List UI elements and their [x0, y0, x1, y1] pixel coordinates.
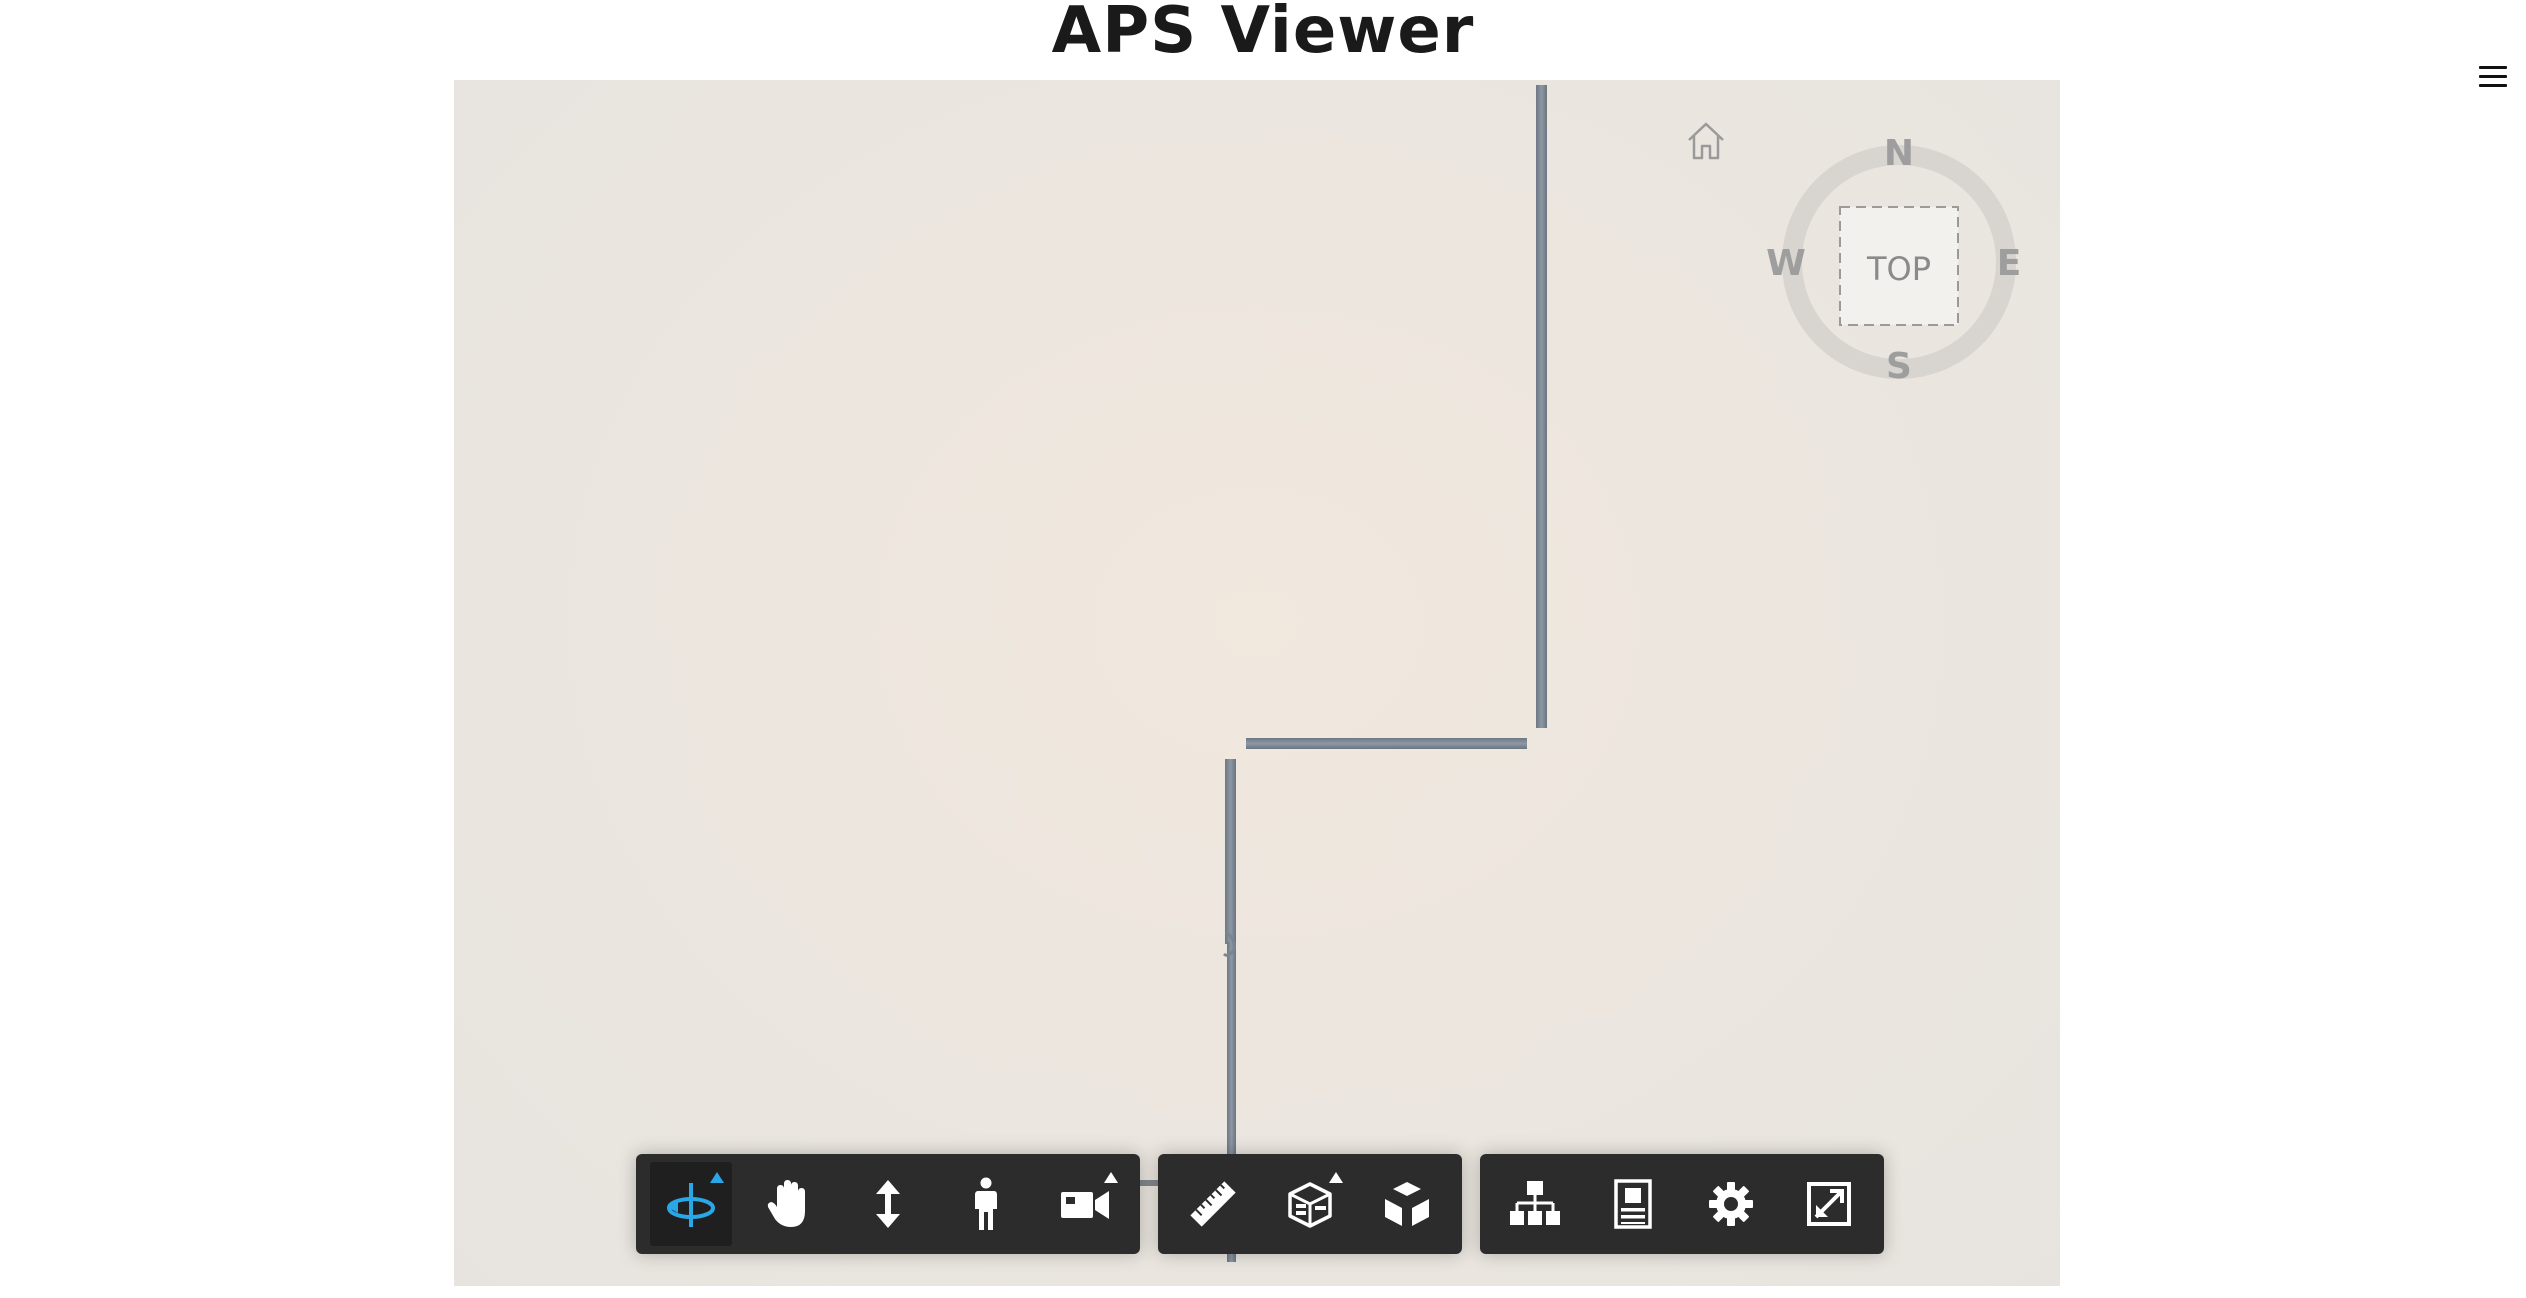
measure-button[interactable] [1164, 1154, 1261, 1254]
compass-east: E [1997, 243, 2022, 284]
camera-icon [1060, 1191, 1109, 1219]
viewcube[interactable]: TOP N S E W [1754, 110, 2044, 400]
section-button[interactable] [1261, 1154, 1358, 1254]
modeling-toolbar [1158, 1154, 1462, 1254]
first-person-button[interactable] [937, 1154, 1035, 1254]
pan-button[interactable] [740, 1154, 838, 1254]
orbit-icon [667, 1183, 716, 1227]
viewer-canvas[interactable]: TOP N S E W [454, 80, 2060, 1286]
settings-button[interactable] [1682, 1154, 1780, 1254]
ruler-icon [1190, 1181, 1236, 1227]
camera-button[interactable] [1036, 1154, 1134, 1254]
gear-icon [1709, 1182, 1753, 1226]
settings-toolbar [1480, 1154, 1884, 1254]
person-icon [975, 1177, 998, 1230]
menu-icon[interactable] [2479, 66, 2507, 90]
wall-south-upper [1225, 759, 1236, 944]
page-title: APS Viewer [1051, 0, 1475, 68]
wall-middle [1246, 738, 1527, 749]
properties-button[interactable] [1584, 1154, 1682, 1254]
orbit-submenu-indicator [710, 1172, 725, 1183]
compass-west: W [1766, 243, 1806, 284]
section-submenu-indicator [1328, 1172, 1343, 1183]
explode-button[interactable] [1359, 1154, 1456, 1254]
hand-icon [767, 1180, 805, 1227]
wall-north-east [1536, 85, 1547, 728]
compass-north: N [1884, 133, 1914, 174]
fullscreen-button[interactable] [1780, 1154, 1878, 1254]
compass-south: S [1886, 346, 1912, 387]
model-browser-button[interactable] [1486, 1154, 1584, 1254]
home-icon[interactable] [1681, 116, 1731, 166]
properties-icon [1614, 1179, 1652, 1229]
fullscreen-icon [1807, 1182, 1851, 1226]
explode-cube-icon [1385, 1182, 1430, 1226]
hierarchy-icon [1510, 1181, 1560, 1225]
section-box-icon [1288, 1182, 1332, 1228]
orbit-button[interactable] [642, 1154, 740, 1254]
dolly-icon [876, 1180, 901, 1228]
zoom-button[interactable] [839, 1154, 937, 1254]
viewcube-face-label: TOP [1866, 250, 1931, 288]
navigation-toolbar [636, 1154, 1140, 1254]
camera-submenu-indicator [1104, 1172, 1119, 1183]
